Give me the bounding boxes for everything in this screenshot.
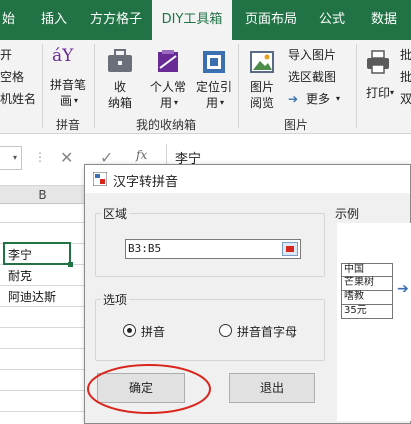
region-label: 区域 — [101, 205, 130, 222]
option-initials-label: 拼音首字母 — [237, 325, 298, 339]
picture-view-button[interactable]: 图片 阅览 — [242, 44, 282, 112]
ribbon-partial-item[interactable]: 批 — [400, 48, 411, 62]
group-separator — [94, 44, 95, 128]
region-screenshot-button[interactable]: 选区截图 — [286, 68, 350, 86]
more-label: 更多 — [306, 92, 331, 106]
ribbon-partial-item[interactable]: 机姓名 — [0, 92, 36, 106]
ribbon-partial-item[interactable]: 批 — [400, 70, 411, 84]
locate-reference-icon — [203, 51, 225, 73]
ribbon-partial-item[interactable]: 空格 — [0, 70, 24, 84]
exit-button[interactable]: 退出 — [229, 373, 315, 403]
ribbon-partial-item[interactable]: 双 — [400, 92, 411, 106]
tab-home[interactable]: 始 — [0, 0, 22, 40]
range-picker-button[interactable] — [282, 242, 298, 256]
example-table: 中国 芒果树 嗜教 35元 — [341, 263, 393, 319]
more-button[interactable]: ➔ 更多 ▾ — [286, 90, 350, 108]
import-picture-label: 导入图片 — [288, 48, 337, 62]
group-label-picture: 图片 — [284, 118, 309, 132]
region-screenshot-label: 选区截图 — [288, 70, 337, 84]
chevron-down-icon: ▾ — [12, 153, 17, 162]
arrow-right-icon: ➔ — [397, 281, 409, 297]
radio-unselected — [219, 324, 232, 337]
toolbox-icon — [108, 49, 132, 72]
storage-box-label: 收 — [114, 80, 127, 94]
tab-data[interactable]: 数据 — [364, 0, 404, 40]
pinyin-brush-label: 拼音笔 — [50, 78, 87, 92]
fill-handle[interactable] — [68, 262, 73, 267]
dialog-title-bar[interactable]: 汉字转拼音 — [85, 165, 410, 193]
chevron-down-icon: ▾ — [174, 98, 179, 107]
pinyin-icon: áY — [52, 46, 74, 66]
cell-b5[interactable]: 阿迪达斯 — [8, 288, 56, 305]
example-item: 芒果树 — [341, 277, 393, 291]
print-label: 打印 — [366, 86, 391, 100]
personal-common-label-2: 用 — [160, 96, 173, 110]
group-label-collection: 我的收纳箱 — [136, 118, 197, 132]
dialog-title: 汉字转拼音 — [113, 175, 179, 190]
cell-b3[interactable]: 李宁 — [8, 246, 32, 263]
example-item: 35元 — [341, 305, 393, 319]
chevron-down-icon: ▾ — [220, 98, 225, 107]
personal-common-label: 个人常 — [150, 80, 187, 94]
example-item: 嗜教 — [341, 291, 393, 305]
tab-insert[interactable]: 插入 — [34, 0, 74, 40]
locate-reference-button[interactable]: 定位引 用 ▾ — [192, 44, 234, 112]
chevron-down-icon: ▾ — [336, 94, 341, 103]
printer-icon — [367, 50, 389, 74]
options-label: 选项 — [101, 291, 130, 308]
radio-selected — [123, 324, 136, 337]
picture-icon — [250, 51, 274, 73]
import-picture-button[interactable]: 导入图片 — [286, 46, 350, 64]
range-input[interactable]: B3:B5 — [125, 239, 301, 259]
ribbon-partial-item[interactable]: 开 — [0, 48, 12, 62]
range-select-icon — [286, 246, 294, 252]
app-icon — [93, 172, 107, 186]
tab-formulas[interactable]: 公式 — [312, 0, 352, 40]
storage-box-button[interactable]: 收 纳箱 — [100, 44, 140, 112]
ribbon-tab-bar: 始 插入 方方格子 DIY工具箱 页面布局 公式 数据 — [0, 0, 411, 40]
fx-icon[interactable]: fx — [136, 148, 147, 162]
locate-reference-label-2: 用 — [206, 96, 219, 110]
pinyin-convert-dialog: 汉字转拼音 区域 B3:B5 选项 拼音 拼音首字母 确定 退出 示例 中国 芒… — [84, 164, 411, 424]
locate-reference-label: 定位引 — [196, 80, 233, 94]
pinyin-brush-label-2: 画 — [60, 94, 73, 108]
example-item: 中国 — [341, 263, 393, 277]
group-separator — [42, 44, 43, 128]
ribbon: 开 空格 机姓名 áY 拼音笔 画 ▾ 拼音 收 纳箱 个人常 用 ▾ 定位引 … — [0, 40, 411, 134]
pinyin-brush-button[interactable]: áY 拼音笔 画 ▾ — [46, 44, 92, 112]
close-icon[interactable]: ✕ — [60, 148, 73, 167]
group-separator — [238, 44, 239, 128]
tab-diy-toolbox[interactable]: DIY工具箱 — [152, 0, 232, 40]
cell-b4[interactable]: 耐克 — [8, 267, 32, 284]
option-initials[interactable]: 拼音首字母 — [219, 323, 319, 339]
personal-folder-icon — [158, 50, 178, 72]
group-separator — [356, 44, 357, 128]
tab-fangfang[interactable]: 方方格子 — [84, 0, 148, 40]
name-box[interactable]: ▾ — [0, 146, 22, 170]
more-options-icon: ⋮ — [34, 150, 46, 164]
storage-box-label-2: 纳箱 — [108, 96, 133, 110]
picture-view-label-2: 阅览 — [250, 96, 275, 110]
group-label-pinyin: 拼音 — [56, 118, 81, 132]
picture-view-label: 图片 — [250, 80, 275, 94]
personal-common-button[interactable]: 个人常 用 ▾ — [146, 44, 188, 112]
example-label: 示例 — [333, 205, 362, 222]
arrow-right-icon: ➔ — [288, 92, 299, 106]
chevron-down-icon: ▾ — [390, 88, 395, 97]
tab-page-layout[interactable]: 页面布局 — [240, 0, 302, 40]
column-letter: B — [38, 188, 47, 202]
range-value: B3:B5 — [128, 242, 162, 255]
chevron-down-icon: ▾ — [74, 96, 79, 105]
highlight-ellipse — [87, 364, 211, 414]
example-panel: 中国 芒果树 嗜教 35元 ➔ — [337, 223, 411, 421]
print-button[interactable]: 打印 ▾ — [360, 44, 396, 112]
column-header-b[interactable]: B — [0, 186, 85, 204]
option-pinyin-label: 拼音 — [141, 325, 166, 339]
